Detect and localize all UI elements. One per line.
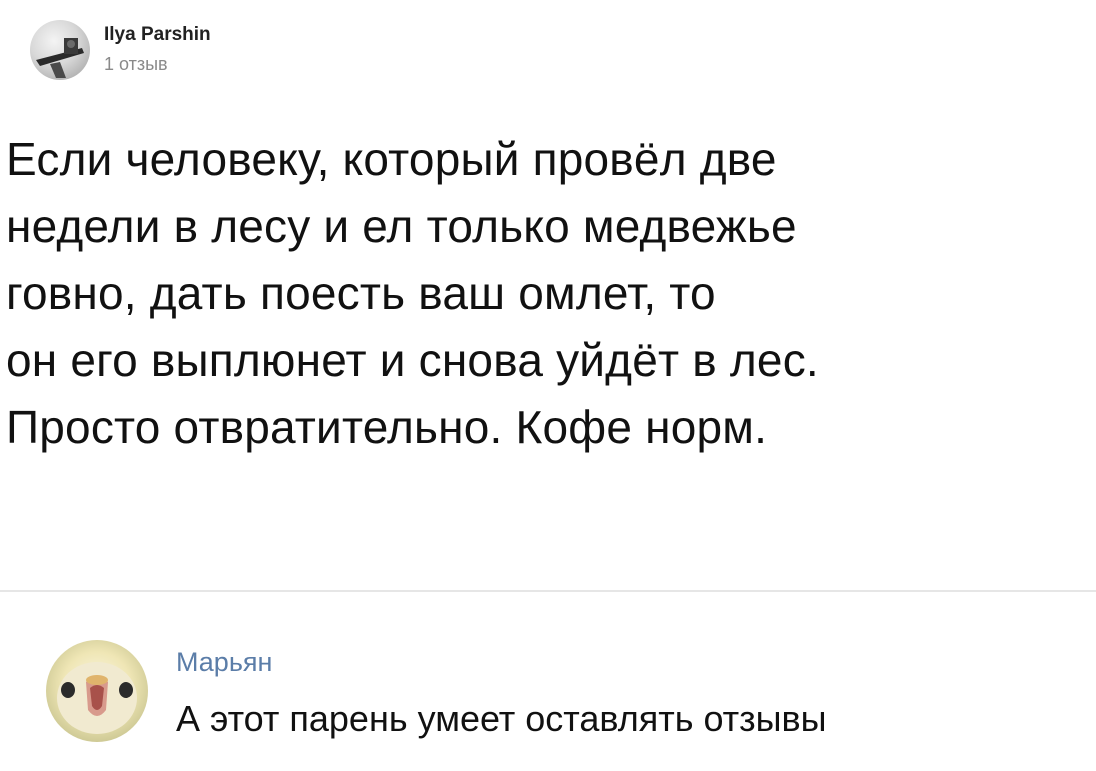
review-count[interactable]: 1 отзыв	[104, 51, 211, 77]
review-text-line: недели в лесу и ел только медвежье	[6, 200, 797, 252]
author-avatar[interactable]	[30, 20, 90, 80]
commenter-avatar[interactable]	[46, 640, 148, 742]
user-photo-icon	[36, 38, 84, 78]
review-header: Ilya Parshin 1 отзыв	[30, 18, 211, 82]
author-name[interactable]: Ilya Parshin	[104, 23, 211, 47]
review-text-line: Просто отвратительно. Кофе норм.	[6, 401, 768, 453]
review-text: Если человеку, который провёл две недели…	[6, 126, 1086, 461]
review-card: Ilya Parshin 1 отзыв Если человеку, кото…	[0, 0, 1096, 590]
review-text-line: говно, дать поесть ваш омлет, то	[6, 267, 716, 319]
comment: Марьян А этот парень умеет оставлять отз…	[0, 592, 1096, 771]
bird-photo-icon	[57, 662, 137, 734]
author-info: Ilya Parshin 1 отзыв	[104, 23, 211, 77]
comment-text: А этот парень умеет оставлять отзывы	[176, 698, 827, 739]
review-text-line: он его выплюнет и снова уйдёт в лес.	[6, 334, 819, 386]
commenter-name[interactable]: Марьян	[176, 645, 272, 679]
review-text-line: Если человеку, который провёл две	[6, 133, 777, 185]
